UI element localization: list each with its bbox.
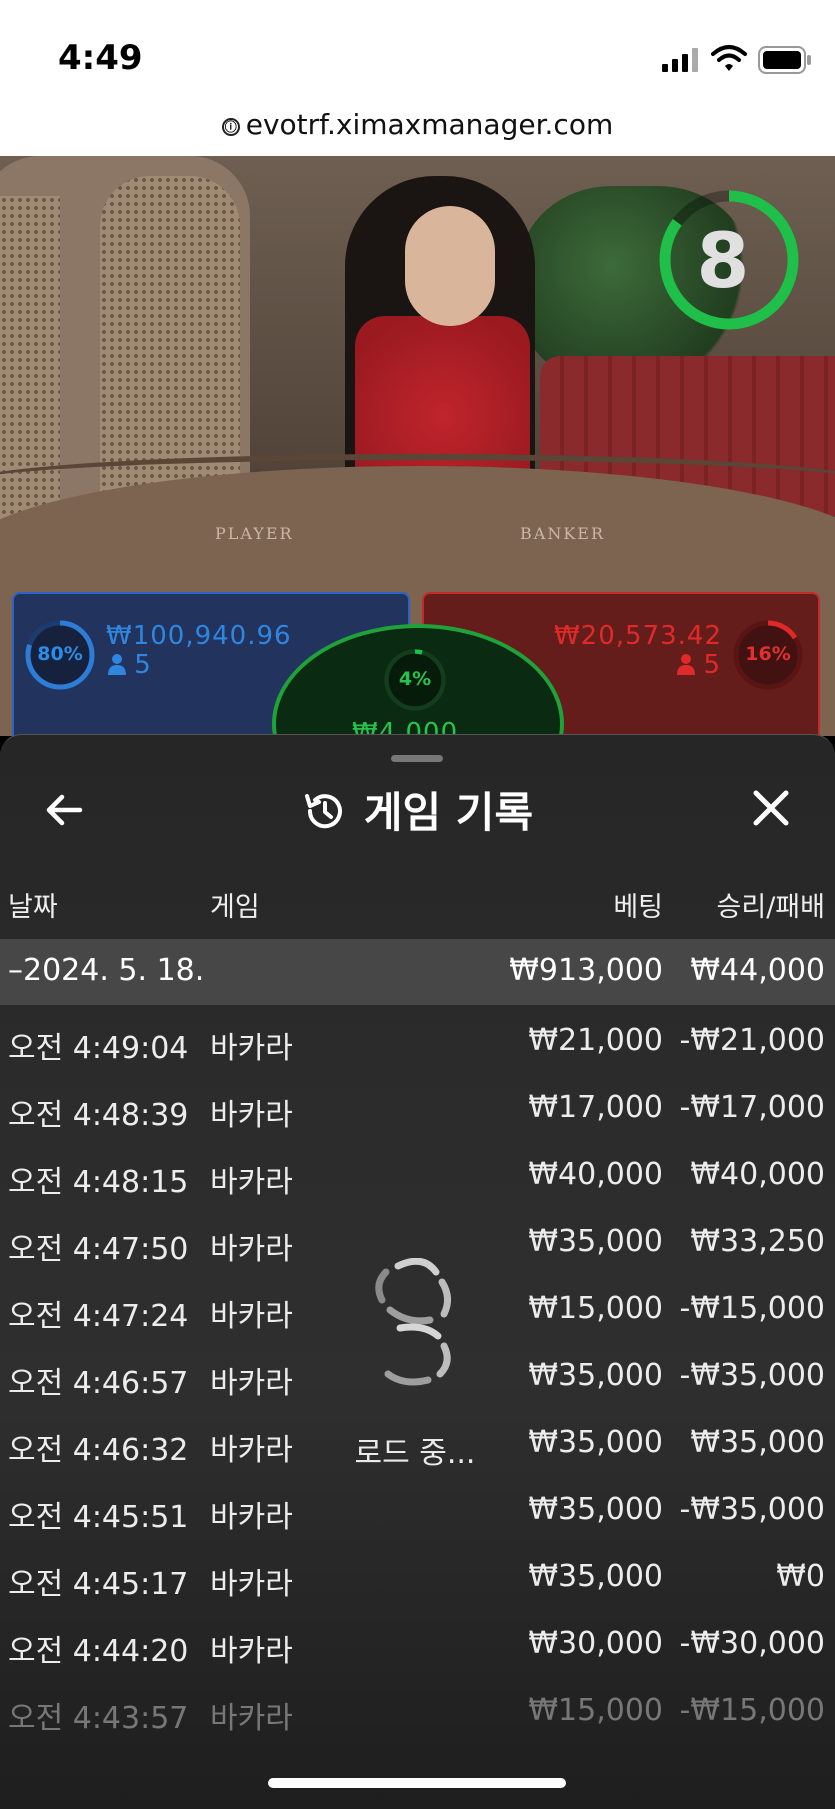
row-bet: ₩35,000 bbox=[528, 1559, 663, 1594]
player-count: 5 bbox=[108, 650, 151, 680]
table-row[interactable]: 오전 4:44:20 바카라 ₩30,000 -₩30,000 bbox=[0, 1616, 835, 1676]
player-percent: 80% bbox=[37, 643, 83, 665]
summary-bet: ₩913,000 bbox=[509, 953, 663, 988]
row-bet: ₩21,000 bbox=[528, 1023, 663, 1058]
column-header-result[interactable]: 승리/패배 bbox=[717, 885, 825, 924]
column-header-game[interactable]: 게임 bbox=[210, 885, 260, 924]
row-result: ₩40,000 bbox=[690, 1157, 825, 1192]
table-row[interactable]: 오전 4:48:15 바카라 ₩40,000 ₩40,000 bbox=[0, 1147, 835, 1207]
sheet-title: 게임 기록 bbox=[0, 779, 835, 840]
row-game: 바카라 bbox=[210, 1634, 293, 1669]
row-time: 오전 4:45:17 bbox=[8, 1567, 189, 1602]
status-time: 4:49 bbox=[58, 38, 143, 78]
row-result: -₩21,000 bbox=[679, 1023, 825, 1058]
row-time: 오전 4:48:39 bbox=[8, 1098, 189, 1133]
row-result: -₩15,000 bbox=[679, 1291, 825, 1326]
user-icon bbox=[677, 654, 696, 675]
row-bet: ₩35,000 bbox=[528, 1492, 663, 1527]
battery-icon bbox=[758, 46, 811, 74]
table-row[interactable]: 오전 4:48:39 바카라 ₩17,000 -₩17,000 bbox=[0, 1080, 835, 1140]
summary-date: –2024. 5. 18. bbox=[8, 953, 205, 988]
row-bet: ₩35,000 bbox=[528, 1358, 663, 1393]
row-time: 오전 4:44:20 bbox=[8, 1634, 189, 1669]
row-time: 오전 4:46:32 bbox=[8, 1433, 189, 1468]
column-header-bet[interactable]: 베팅 bbox=[613, 885, 663, 924]
row-game: 바카라 bbox=[210, 1701, 293, 1736]
sheet-grabber[interactable] bbox=[391, 755, 443, 762]
user-icon bbox=[108, 654, 126, 675]
row-result: -₩35,000 bbox=[679, 1492, 825, 1527]
row-game: 바카라 bbox=[210, 1232, 293, 1267]
tie-percent: 4% bbox=[398, 668, 432, 690]
row-result: ₩0 bbox=[776, 1559, 825, 1594]
row-time: 오전 4:47:50 bbox=[8, 1232, 189, 1267]
countdown-value: 8 bbox=[696, 216, 750, 305]
dealer-face bbox=[405, 206, 495, 326]
address-bar[interactable]: ⓘ evotrf.ximaxmanager.com bbox=[0, 102, 835, 156]
summary-result: ₩44,000 bbox=[690, 953, 825, 988]
row-time: 오전 4:46:57 bbox=[8, 1366, 189, 1401]
loading-text: 로드 중... bbox=[354, 1436, 476, 1471]
wifi-icon bbox=[711, 45, 747, 71]
row-game: 바카라 bbox=[210, 1500, 293, 1535]
banker-amount: ₩20,573.42 bbox=[553, 621, 722, 651]
loading-spinner-icon bbox=[375, 1258, 451, 1386]
row-time: 오전 4:45:51 bbox=[8, 1500, 189, 1535]
row-result: ₩35,000 bbox=[690, 1425, 825, 1460]
signal-icon bbox=[662, 48, 698, 72]
row-time: 오전 4:47:24 bbox=[8, 1299, 189, 1334]
row-bet: ₩15,000 bbox=[528, 1693, 663, 1728]
info-icon[interactable]: ⓘ bbox=[221, 118, 240, 136]
banker-count-value: 5 bbox=[703, 650, 720, 680]
table-label-player: PLAYER bbox=[215, 524, 294, 543]
row-bet: ₩35,000 bbox=[528, 1425, 663, 1460]
table-label-banker: BANKER bbox=[520, 524, 605, 543]
row-result: -₩30,000 bbox=[679, 1626, 825, 1661]
row-bet: ₩17,000 bbox=[528, 1090, 663, 1125]
row-time: 오전 4:49:04 bbox=[8, 1031, 189, 1066]
close-button[interactable] bbox=[746, 783, 796, 833]
date-summary-row[interactable]: –2024. 5. 18. ₩913,000 ₩44,000 bbox=[0, 939, 835, 1005]
row-bet: ₩35,000 bbox=[528, 1224, 663, 1259]
row-game: 바카라 bbox=[210, 1098, 293, 1133]
url-text[interactable]: evotrf.ximaxmanager.com bbox=[246, 108, 613, 141]
player-count-value: 5 bbox=[134, 650, 151, 680]
row-bet: ₩30,000 bbox=[528, 1626, 663, 1661]
row-game: 바카라 bbox=[210, 1299, 293, 1334]
row-result: -₩17,000 bbox=[679, 1090, 825, 1125]
row-game: 바카라 bbox=[210, 1165, 293, 1200]
row-bet: ₩15,000 bbox=[528, 1291, 663, 1326]
table-row[interactable]: 오전 4:45:51 바카라 ₩35,000 -₩35,000 bbox=[0, 1482, 835, 1542]
row-game: 바카라 bbox=[210, 1031, 293, 1066]
history-icon bbox=[304, 794, 342, 829]
row-result: ₩33,250 bbox=[690, 1224, 825, 1259]
row-time: 오전 4:48:15 bbox=[8, 1165, 189, 1200]
row-game: 바카라 bbox=[210, 1433, 293, 1468]
table-header: 날짜 게임 베팅 승리/패배 bbox=[0, 885, 835, 925]
table-row[interactable]: 오전 4:43:57 바카라 ₩15,000 -₩15,000 bbox=[0, 1683, 835, 1743]
row-result: -₩15,000 bbox=[679, 1693, 825, 1728]
home-indicator[interactable] bbox=[268, 1778, 566, 1788]
column-header-date[interactable]: 날짜 bbox=[8, 885, 58, 924]
row-game: 바카라 bbox=[210, 1366, 293, 1401]
row-time: 오전 4:43:57 bbox=[8, 1701, 189, 1736]
sheet-title-text: 게임 기록 bbox=[363, 788, 534, 837]
wall-lattice-left bbox=[0, 196, 60, 536]
table-row[interactable]: 오전 4:49:04 바카라 ₩21,000 -₩21,000 bbox=[0, 1013, 835, 1073]
banker-percent: 16% bbox=[745, 643, 791, 665]
player-amount: ₩100,940.96 bbox=[106, 621, 292, 651]
status-bar: 4:49 bbox=[0, 0, 835, 102]
row-bet: ₩40,000 bbox=[528, 1157, 663, 1192]
row-result: -₩35,000 bbox=[679, 1358, 825, 1393]
row-game: 바카라 bbox=[210, 1567, 293, 1602]
banker-count: 5 bbox=[677, 650, 720, 680]
table-row[interactable]: 오전 4:45:17 바카라 ₩35,000 ₩0 bbox=[0, 1549, 835, 1609]
